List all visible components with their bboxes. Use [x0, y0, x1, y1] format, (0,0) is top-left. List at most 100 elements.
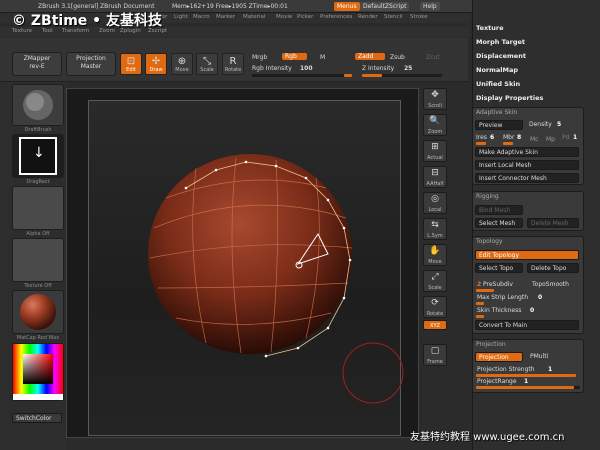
- menu-material[interactable]: Material: [243, 14, 265, 20]
- projection-title[interactable]: Projection: [476, 341, 506, 348]
- rgb-intensity-value: 100: [300, 65, 313, 72]
- zadd-toggle[interactable]: Zadd: [355, 53, 386, 60]
- rgb-intensity-track[interactable]: [252, 74, 352, 77]
- skin-thickness-slider[interactable]: [476, 315, 484, 318]
- preview-button[interactable]: Preview: [475, 120, 523, 130]
- menu-texture-sub[interactable]: Texture: [476, 24, 504, 32]
- menu-macro[interactable]: Macro: [193, 14, 210, 20]
- mp-toggle[interactable]: Mp: [546, 136, 555, 143]
- delete-mesh-button[interactable]: Delete Mesh: [527, 218, 579, 228]
- lsym-button[interactable]: ⇆ L.Sym: [423, 218, 447, 240]
- edit-button[interactable]: ⊡ Edit: [120, 53, 142, 75]
- help-button[interactable]: Help: [420, 2, 440, 11]
- max-strip-slider[interactable]: [476, 302, 484, 305]
- menu-stroke[interactable]: Stroke: [410, 14, 428, 20]
- scroll-button[interactable]: ✥ Scroll: [423, 88, 447, 110]
- local-button[interactable]: ◎ Local: [423, 192, 447, 214]
- stroke-thumbnail[interactable]: ↓: [12, 134, 64, 178]
- rotate-label: Rotate: [426, 311, 444, 317]
- projection-sublabel: Master: [80, 63, 102, 70]
- select-topo-button[interactable]: Select Topo: [475, 263, 523, 273]
- mrgb-toggle[interactable]: Mrgb: [252, 54, 267, 61]
- rotate-icon: ⟳: [431, 298, 439, 308]
- secondary-color-swatch[interactable]: [13, 394, 63, 400]
- stroke-preview: ↓: [19, 137, 57, 175]
- actual-button[interactable]: ⊞ Actual: [423, 140, 447, 162]
- material-thumbnail[interactable]: [12, 290, 64, 334]
- top-toolbar: ZMapper rev-E Projection Master ⊡ Edit ✢…: [0, 38, 468, 82]
- move-button[interactable]: ⊕ Move: [171, 53, 193, 75]
- default-zscript-button[interactable]: DefaultZScript: [360, 2, 410, 11]
- mbr-slider[interactable]: [503, 142, 513, 145]
- scale-button[interactable]: ⤢ Scale: [423, 270, 447, 292]
- z-intensity-fill: [362, 74, 382, 77]
- menu-preferences[interactable]: Preferences: [320, 14, 352, 20]
- rgb-intensity-fill: [344, 74, 352, 77]
- presubdiv-label[interactable]: PreSubdiv: [483, 281, 513, 288]
- insert-local-mesh-button[interactable]: Insert Local Mesh: [475, 160, 579, 170]
- draw-button[interactable]: ✢ Draw: [145, 53, 167, 75]
- menu-normalmap[interactable]: NormalMap: [476, 66, 518, 74]
- presubdiv-value: 2: [477, 281, 482, 288]
- presubdiv-slider[interactable]: [476, 289, 494, 292]
- sculpt-sphere[interactable]: [66, 88, 419, 438]
- menu-morph-target[interactable]: Morph Target: [476, 38, 525, 46]
- edit-topology-button[interactable]: Edit Topology: [475, 250, 579, 260]
- menu-render[interactable]: Render: [358, 14, 378, 20]
- menu-display-properties[interactable]: Display Properties: [476, 94, 543, 102]
- projection-strength-slider[interactable]: [476, 374, 576, 377]
- actual-label: Actual: [427, 155, 443, 161]
- delete-topo-button[interactable]: Delete Topo: [527, 263, 579, 273]
- bind-mesh-button[interactable]: Bind Mesh: [475, 205, 523, 215]
- rotate-button[interactable]: R Rotate: [222, 53, 244, 75]
- pd-label: Pd: [562, 134, 570, 141]
- zoom-button[interactable]: 🔍 Zoom: [423, 114, 447, 136]
- zmapper-label: ZMapper: [23, 55, 51, 62]
- topology-title[interactable]: Topology: [476, 238, 503, 245]
- menu-stencil[interactable]: Stencil: [384, 14, 403, 20]
- menu-movie[interactable]: Movie: [276, 14, 292, 20]
- make-adaptive-skin-button[interactable]: Make Adaptive Skin: [475, 147, 579, 157]
- adaptive-skin-title[interactable]: Adaptive Skin: [476, 109, 517, 116]
- convert-to-main-button[interactable]: Convert To Main: [475, 320, 579, 330]
- menus-button[interactable]: Menus: [334, 2, 360, 11]
- mbr-label: Mbr: [503, 134, 515, 141]
- mc-toggle[interactable]: Mc: [530, 136, 538, 143]
- m-toggle[interactable]: M: [320, 54, 325, 61]
- texture-thumbnail[interactable]: [12, 238, 64, 282]
- menu-unified-skin[interactable]: Unified Skin: [476, 80, 520, 88]
- move-button[interactable]: ✋ Move: [423, 244, 447, 266]
- projection-toggle[interactable]: Projection: [475, 352, 523, 362]
- z-intensity-value: 25: [404, 65, 413, 72]
- xyz-button[interactable]: XYZ: [423, 320, 447, 330]
- aahalf-button[interactable]: ⊟ AAHalf: [423, 166, 447, 188]
- ires-slider[interactable]: [476, 142, 486, 145]
- toposmooth-toggle[interactable]: TopoSmooth: [532, 281, 569, 288]
- projection-master-button[interactable]: Projection Master: [66, 52, 116, 76]
- saturation-square[interactable]: [23, 354, 53, 384]
- scale-button[interactable]: ⤡ Scale: [196, 53, 218, 75]
- menu-displacement[interactable]: Displacement: [476, 52, 526, 60]
- menu-picker[interactable]: Picker: [297, 14, 313, 20]
- stroke-label: DragRect: [26, 179, 50, 185]
- rotate-button[interactable]: ⟳ Rotate: [423, 296, 447, 318]
- skin-thickness-value: 0: [530, 307, 535, 314]
- zsub-toggle[interactable]: Zsub: [390, 54, 405, 61]
- insert-connector-mesh-button[interactable]: Insert Connector Mesh: [475, 173, 579, 183]
- brush-thumbnail[interactable]: [12, 84, 64, 126]
- select-mesh-button[interactable]: Select Mesh: [475, 218, 523, 228]
- frame-button[interactable]: ▢ Frame: [423, 344, 447, 366]
- zcut-toggle[interactable]: Zcut: [426, 54, 440, 61]
- switch-color-button[interactable]: SwitchColor: [12, 413, 62, 423]
- menu-marker[interactable]: Marker: [216, 14, 235, 20]
- material-label: MatCap Red Wax: [16, 335, 60, 341]
- pmulti-toggle[interactable]: PMulti: [530, 353, 548, 360]
- color-picker[interactable]: [12, 343, 64, 401]
- rigging-title[interactable]: Rigging: [476, 193, 499, 200]
- menu-light[interactable]: Light: [174, 14, 188, 20]
- zoom-label: Zoom: [427, 129, 443, 135]
- alpha-thumbnail[interactable]: [12, 186, 64, 230]
- rgb-toggle[interactable]: Rgb: [282, 53, 307, 60]
- frame-icon: ▢: [430, 346, 440, 356]
- zmapper-button[interactable]: ZMapper rev-E: [12, 52, 62, 76]
